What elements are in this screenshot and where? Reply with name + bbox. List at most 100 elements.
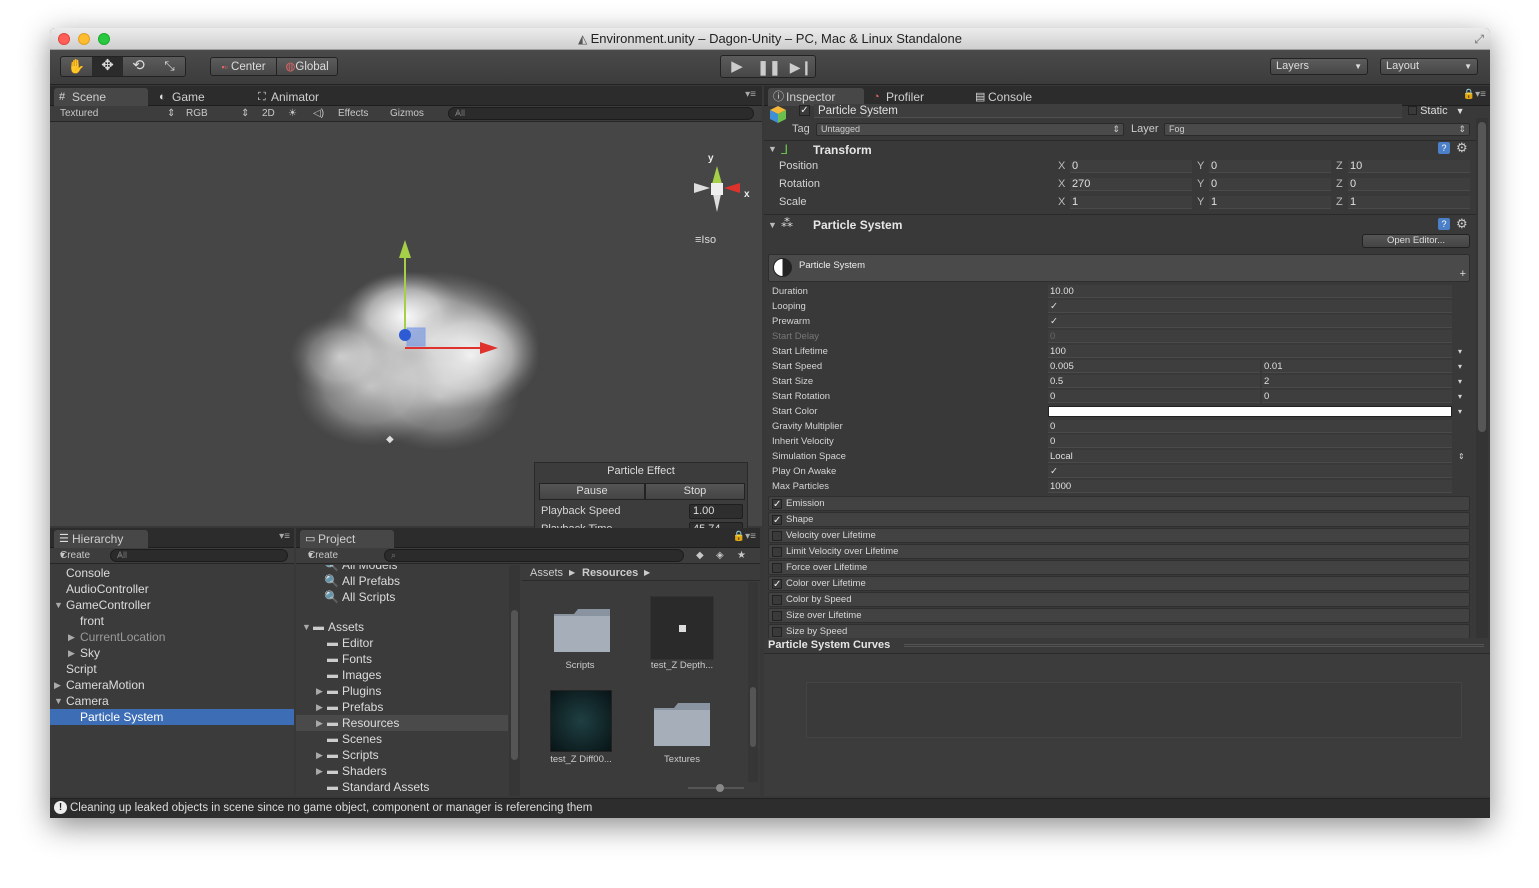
expand-arrow-icon[interactable]: ▶ <box>68 629 75 645</box>
audio-icon[interactable]: ◁) <box>313 106 324 121</box>
module-size-over-lifetime[interactable]: Size over Lifetime <box>768 608 1470 623</box>
hierarchy-item[interactable]: Particle System <box>50 709 294 725</box>
tab-animator[interactable]: ⛶ Animator <box>253 88 353 106</box>
module-color-by-speed[interactable]: Color by Speed <box>768 592 1470 607</box>
module-velocity-over-lifetime[interactable]: Velocity over Lifetime <box>768 528 1470 543</box>
move-handle-gizmo[interactable] <box>390 236 550 366</box>
property-value-field[interactable]: 0 <box>1048 420 1452 433</box>
asset-depth-texture[interactable] <box>650 596 714 660</box>
hierarchy-item[interactable]: AudioController <box>50 581 294 597</box>
layers-dropdown[interactable]: Layers ▼ <box>1270 58 1368 75</box>
transform-z-field[interactable]: 1 <box>1348 196 1470 209</box>
asset-textures-folder[interactable] <box>652 698 712 748</box>
hierarchy-item[interactable]: Script <box>50 661 294 677</box>
property-value-field[interactable]: 10.00 <box>1048 285 1452 298</box>
hand-tool-icon[interactable]: ✋ <box>61 57 92 76</box>
transform-y-field[interactable]: 0 <box>1209 178 1331 191</box>
hierarchy-item[interactable]: ▼ GameController <box>50 597 294 613</box>
create-dropdown[interactable]: Create ▾ <box>308 548 338 563</box>
module-checkbox[interactable] <box>772 547 782 557</box>
property-value-field[interactable]: ✓ <box>1048 300 1452 313</box>
add-icon[interactable]: + <box>1460 268 1466 280</box>
x-arrow[interactable] <box>480 342 498 354</box>
expand-arrow-icon[interactable]: ▶ <box>316 715 323 731</box>
asset-scrollbar[interactable] <box>748 582 758 782</box>
expand-arrow-icon[interactable]: ▶ <box>316 699 323 715</box>
expand-arrow-icon[interactable]: ▶ <box>68 645 75 661</box>
y-arrow[interactable] <box>399 240 411 258</box>
module-limit-velocity-over-lifetime[interactable]: Limit Velocity over Lifetime <box>768 544 1470 559</box>
module-checkbox[interactable] <box>772 595 782 605</box>
static-toggle[interactable]: Static ▼ <box>1408 104 1468 118</box>
asset-scroll-thumb[interactable] <box>750 687 756 747</box>
hierarchy-search-input[interactable]: ⌕ All <box>110 549 288 562</box>
inspector-scrollbar[interactable] <box>1476 118 1488 638</box>
collapse-arrow-icon[interactable]: ▼ <box>768 144 777 154</box>
inspector-scroll-thumb[interactable] <box>1478 122 1486 432</box>
tag-dropdown[interactable]: Untagged ⇕ <box>816 123 1124 136</box>
close-window-button[interactable] <box>58 33 70 45</box>
iso-label[interactable]: ≡Iso <box>695 234 716 246</box>
fullscreen-icon[interactable]: ⤢ <box>1474 28 1484 50</box>
dropdown-arrow-icon[interactable]: ▾ <box>1458 359 1462 374</box>
favorite-item[interactable]: 🔍 All Scripts <box>296 589 508 605</box>
folder-item[interactable]: ▶ ▬ Scripts <box>296 747 508 763</box>
asset-diffuse-texture[interactable] <box>550 690 612 752</box>
slider-thumb[interactable] <box>716 784 724 792</box>
hierarchy-item[interactable]: Console <box>50 565 294 581</box>
layout-dropdown[interactable]: Layout ▼ <box>1380 58 1478 75</box>
transform-x-field[interactable]: 270 <box>1070 178 1192 191</box>
layer-dropdown[interactable]: Fog ⇕ <box>1164 123 1470 136</box>
transform-y-field[interactable]: 0 <box>1209 160 1331 173</box>
filter-label-icon[interactable]: ◈ <box>716 548 724 563</box>
hierarchy-item[interactable]: ▶ Sky <box>50 645 294 661</box>
expand-arrow-icon[interactable]: ▼ <box>54 597 63 613</box>
folder-item[interactable]: ▬ Scenes <box>296 731 508 747</box>
property-value-field[interactable]: Local <box>1048 450 1452 463</box>
module-checkbox[interactable] <box>772 611 782 621</box>
create-dropdown[interactable]: Create ▾ <box>60 548 90 563</box>
help-book-icon[interactable]: ? <box>1438 142 1450 154</box>
status-message[interactable]: Cleaning up leaked objects in scene sinc… <box>70 802 592 814</box>
panel-menu-icon[interactable]: ▾≡ <box>279 531 290 542</box>
property-value-field[interactable]: 0 <box>1048 330 1452 343</box>
folder-item[interactable]: ▶ ▬ Plugins <box>296 683 508 699</box>
folder-item[interactable]: ▶ ▬ Resources <box>296 715 508 731</box>
open-editor-button[interactable]: Open Editor... <box>1362 234 1470 248</box>
gear-icon[interactable]: ⚙ <box>1456 216 1468 232</box>
active-checkbox[interactable]: ✓ <box>799 105 810 116</box>
help-book-icon[interactable]: ? <box>1438 218 1450 230</box>
pause-button[interactable]: Pause <box>539 483 645 500</box>
move-tool-icon[interactable]: ✥ <box>92 57 123 76</box>
curve-editor-area[interactable] <box>806 682 1462 738</box>
gizmo-center[interactable] <box>711 183 723 195</box>
icon-size-slider[interactable] <box>688 784 744 792</box>
favorite-item[interactable]: 🔍 All Prefabs <box>296 573 508 589</box>
expand-arrow-icon[interactable]: ▶ <box>316 683 323 699</box>
stop-button[interactable]: Stop <box>645 483 745 500</box>
module-checkbox[interactable]: ✓ <box>772 579 782 590</box>
folder-item[interactable]: ▼ ▬ Assets <box>296 619 508 635</box>
collapse-arrow-icon[interactable]: ▼ <box>768 220 777 230</box>
hierarchy-item[interactable]: ▼ Camera <box>50 693 294 709</box>
folder-item[interactable]: ▬ Editor <box>296 635 508 651</box>
expand-arrow-icon[interactable]: ▼ <box>302 619 311 635</box>
transform-z-field[interactable]: 10 <box>1348 160 1470 173</box>
hierarchy-item[interactable]: front <box>50 613 294 629</box>
property-value-field[interactable]: 100 <box>1048 345 1452 358</box>
effects-dropdown[interactable]: Effects <box>338 106 368 121</box>
minimize-window-button[interactable] <box>78 33 90 45</box>
playback-speed-field[interactable]: 1.00 <box>689 504 743 519</box>
tree-scrollbar[interactable] <box>509 565 520 796</box>
pause-icon[interactable]: ❚❚ <box>753 58 785 76</box>
hierarchy-item[interactable]: ▶ CameraMotion <box>50 677 294 693</box>
expand-arrow-icon[interactable]: ▶ <box>316 763 323 779</box>
curves-header[interactable]: Particle System Curves <box>764 638 1490 654</box>
property-value-field[interactable]: 1000 <box>1048 480 1452 493</box>
dropdown-arrow-icon[interactable]: ▾ <box>1458 389 1462 404</box>
lighting-icon[interactable]: ☀ <box>288 106 297 121</box>
module-emission[interactable]: ✓ Emission <box>768 496 1470 511</box>
module-checkbox[interactable] <box>772 563 782 573</box>
dropdown-arrow-icon[interactable]: ▾ <box>1458 374 1462 389</box>
property-value-field[interactable]: 0.5 <box>1048 375 1260 388</box>
